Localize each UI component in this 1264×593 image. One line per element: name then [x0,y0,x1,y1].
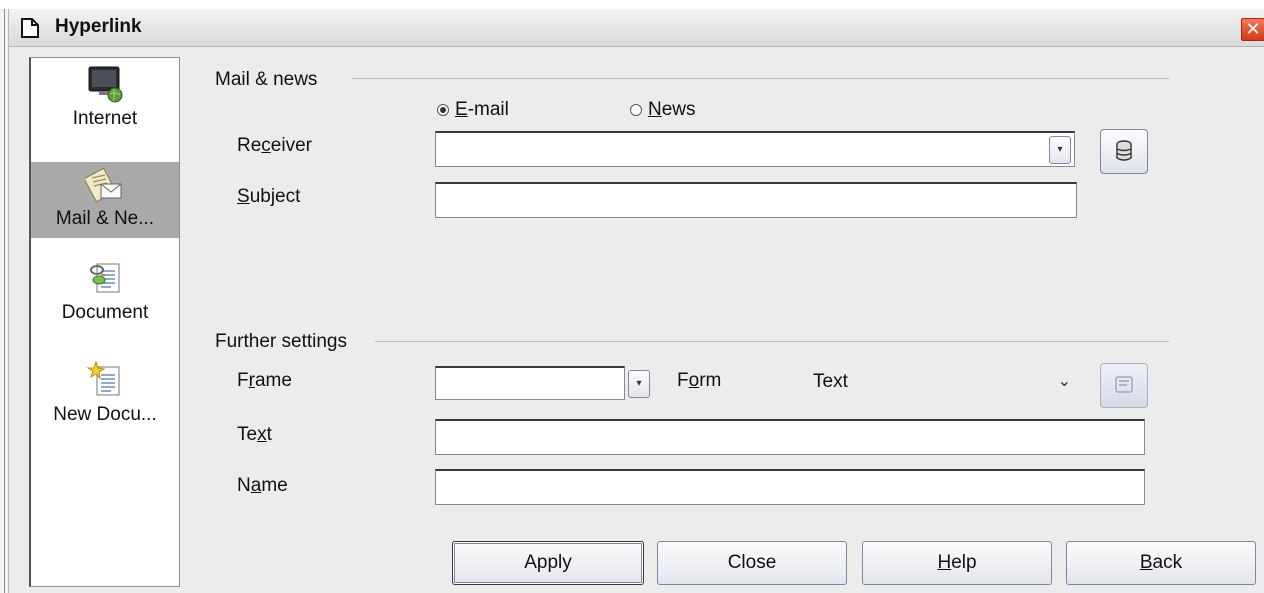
receiver-label: Receiver [237,135,312,156]
chevron-down-icon: ▾ [636,378,642,389]
close-window-icon[interactable]: ✕ [1241,18,1264,41]
events-button[interactable] [1100,363,1148,408]
sidebar-item-document[interactable]: Document [31,258,179,338]
subject-label: Subject [237,186,301,207]
mail-news-heading: Mail & news [215,69,318,90]
sidebar-item-label: Document [61,302,149,323]
radio-indicator [437,104,449,116]
database-icon [1116,140,1132,161]
news-radio-label: News [648,99,696,120]
name-field[interactable] [435,469,1145,505]
apply-button[interactable]: Apply [452,541,644,585]
background-edge [0,9,8,593]
form-value: Text [813,371,848,392]
chevron-down-icon: ▾ [1057,144,1063,155]
sidebar-item-new-document[interactable]: New Docu... [31,360,179,440]
frame-combobox[interactable] [435,366,625,400]
name-label: Name [237,475,288,496]
sidebar-item-internet[interactable]: Internet [31,64,179,156]
hyperlink-dialog: Hyperlink ✕ Internet Mail & Ne... Docume… [8,9,1264,593]
internet-icon [88,66,123,103]
frame-dropdown-button[interactable]: ▾ [628,370,650,398]
section-divider [375,341,1169,342]
receiver-dropdown-button[interactable]: ▾ [1049,136,1071,164]
dialog-window-icon [21,18,39,38]
email-radio[interactable]: E-mail [437,99,509,121]
chevron-down-icon: ⌄ [1057,373,1071,390]
subject-field[interactable] [435,182,1077,218]
text-field[interactable] [435,419,1145,455]
text-label: Text [237,424,272,445]
data-sources-button[interactable] [1100,129,1148,174]
sidebar-item-label: Internet [72,108,138,129]
sidebar-item-mail-news[interactable]: Mail & Ne... [31,162,179,238]
new-document-icon [86,360,120,396]
form-select[interactable]: Text ⌄ [809,363,1071,403]
radio-indicator [630,104,642,116]
frame-label: Frame [237,370,292,391]
further-settings-heading: Further settings [215,331,347,352]
sidebar-item-label: New Docu... [53,404,157,425]
dialog-title: Hyperlink [55,16,142,37]
hyperlink-type-list: Internet Mail & Ne... Document New Docu.… [29,57,180,587]
section-divider [352,78,1169,79]
document-icon [90,263,120,293]
receiver-combobox[interactable] [435,131,1075,167]
background-strip [0,0,1264,9]
events-icon [1115,376,1133,393]
email-radio-label: E-mail [455,99,509,120]
news-radio[interactable]: News [630,99,696,121]
close-button[interactable]: Close [657,541,847,585]
title-bar[interactable]: Hyperlink ✕ [9,9,1264,47]
back-button[interactable]: Back [1066,541,1256,585]
mail-news-icon [85,167,122,203]
sidebar-item-label: Mail & Ne... [55,208,155,229]
form-label: Form [677,370,722,391]
help-button[interactable]: Help [862,541,1052,585]
